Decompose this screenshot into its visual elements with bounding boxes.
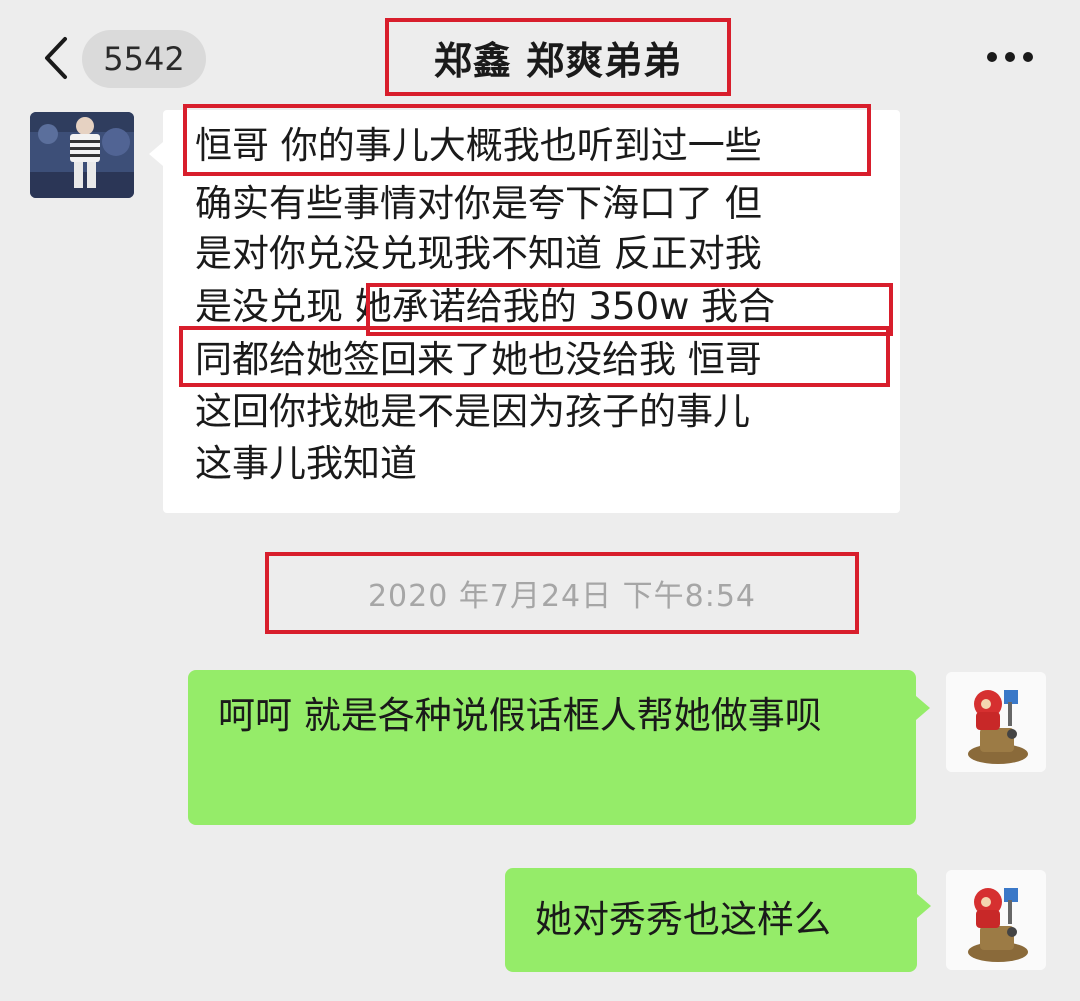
message-line: 确实有些事情对你是夸下海口了 但	[195, 182, 762, 225]
outgoing-message-bubble[interactable]: 呵呵 就是各种说假话框人帮她做事呗	[188, 670, 930, 825]
more-dots-icon	[987, 52, 1033, 62]
chevron-left-icon	[45, 37, 67, 79]
message-line: 这回你找她是不是因为孩子的事儿	[195, 390, 750, 433]
unread-count-badge[interactable]: 5542	[82, 30, 206, 88]
highlight-box	[183, 104, 871, 176]
more-button[interactable]	[980, 40, 1040, 74]
message-text: 呵呵 就是各种说假话框人帮她做事呗	[218, 694, 822, 737]
contact-avatar[interactable]	[30, 112, 134, 198]
back-button[interactable]	[32, 28, 80, 88]
message-timestamp: 2020 年7月24日 下午8:54	[265, 552, 859, 634]
self-avatar[interactable]	[946, 870, 1046, 970]
outgoing-message-bubble[interactable]: 她对秀秀也这样么	[505, 868, 931, 972]
self-avatar[interactable]	[946, 672, 1046, 772]
message-line: 是对你兑没兑现我不知道 反正对我	[195, 232, 762, 275]
message-text: 她对秀秀也这样么	[535, 898, 831, 941]
message-line: 这事儿我知道	[195, 442, 417, 485]
chat-title: 郑鑫 郑爽弟弟	[385, 18, 731, 96]
highlight-box	[179, 326, 890, 387]
chat-header: 5542 郑鑫 郑爽弟弟	[0, 0, 1080, 110]
